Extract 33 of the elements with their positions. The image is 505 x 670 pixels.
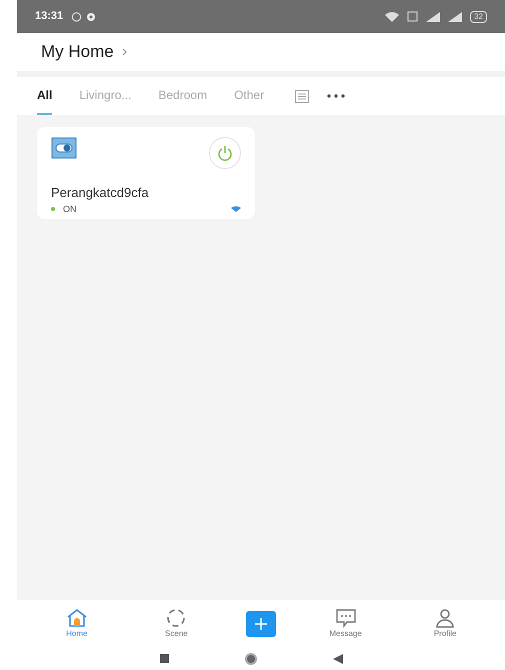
nav-tab[interactable]: Message	[316, 608, 376, 640]
signal-icon	[448, 12, 462, 22]
home-button[interactable]	[244, 652, 256, 664]
device-status: ON	[63, 202, 76, 216]
device-name: Perangkatcd9cfa	[51, 184, 150, 202]
room-tab[interactable]: Other	[234, 77, 264, 115]
back-icon[interactable]	[332, 654, 342, 664]
chevron-icon[interactable]	[122, 48, 128, 56]
gear-icon	[86, 12, 96, 22]
clock-time: 13:31	[35, 9, 64, 24]
dashed-circle-icon	[166, 608, 186, 628]
nav-tab[interactable]: Home	[46, 608, 107, 640]
message-icon	[334, 608, 357, 628]
add-button[interactable]	[246, 610, 276, 636]
power-icon	[217, 145, 233, 161]
sim-icon	[407, 11, 418, 22]
plus-icon	[254, 618, 267, 630]
wifi-icon	[385, 11, 400, 22]
more-icon[interactable]	[327, 94, 346, 98]
home-icon	[66, 608, 88, 628]
room-tab[interactable]: Bedroom	[158, 77, 208, 115]
device-card[interactable]: Perangkatcd9cfa ON	[37, 127, 255, 219]
nav-tab[interactable]: Profile	[415, 608, 476, 640]
room-tab[interactable]: Livingro...	[79, 77, 132, 115]
switch-device-icon	[51, 137, 77, 159]
signal-icon	[426, 12, 440, 22]
home-title[interactable]: My Home	[41, 39, 114, 65]
recents-button[interactable]	[160, 654, 168, 663]
wifi-icon	[231, 206, 241, 212]
alarm-icon	[71, 11, 82, 22]
person-icon	[435, 608, 456, 628]
nav-tab[interactable]: Scene	[146, 608, 206, 640]
battery-level: 32	[470, 10, 487, 22]
